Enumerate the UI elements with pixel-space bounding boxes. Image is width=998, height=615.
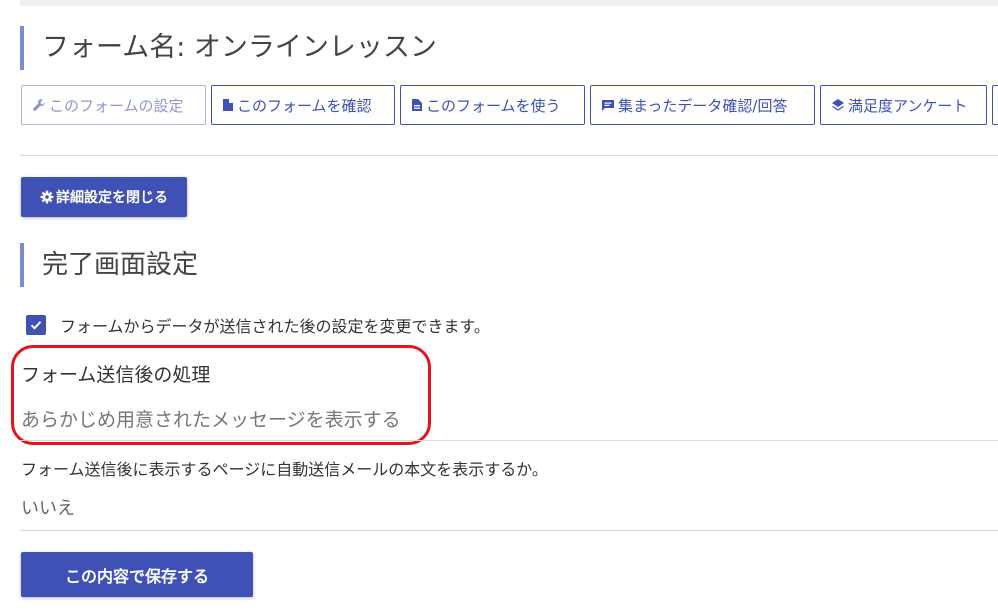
tab-form-use[interactable]: このフォームを使う — [400, 85, 585, 125]
tab-label: このフォームを使う — [426, 96, 561, 115]
section-title: 完了画面設定 — [20, 243, 198, 287]
wrench-icon — [32, 98, 46, 112]
auto-mail-value[interactable]: いいえ — [21, 494, 75, 520]
tab-satisfaction-survey[interactable]: 満足度アンケート — [820, 85, 987, 125]
message-icon — [601, 98, 615, 112]
form-title: フォーム名: オンラインレッスン — [20, 26, 437, 70]
tab-label: 満足度アンケート — [848, 96, 968, 115]
divider — [20, 530, 998, 531]
highlight-annotation — [11, 345, 431, 445]
document-lines-icon — [411, 98, 423, 112]
tab-collected-data[interactable]: 集まったデータ確認/回答 — [590, 85, 815, 125]
divider — [20, 155, 998, 156]
tab-form-settings[interactable]: このフォームの設定 — [21, 85, 206, 125]
button-label: 詳細設定を閉じる — [56, 190, 168, 206]
settings-change-checkbox[interactable] — [26, 315, 46, 335]
top-strip — [20, 0, 998, 6]
tab-form-preview[interactable]: このフォームを確認 — [211, 85, 395, 125]
form-tabs: このフォームの設定 このフォームを確認 このフォームを使う 集まったデータ確認/… — [21, 85, 998, 127]
checkmark-icon — [30, 321, 42, 330]
gear-icon — [40, 190, 54, 204]
tab-label: このフォームの設定 — [49, 96, 184, 115]
document-icon — [222, 98, 234, 112]
save-button[interactable]: この内容で保存する — [21, 552, 253, 597]
settings-change-option: フォームからデータが送信された後の設定を変更できます。 — [26, 313, 490, 337]
divider — [20, 440, 998, 441]
checkbox-label: フォームからデータが送信された後の設定を変更できます。 — [60, 317, 490, 336]
tab-overflow[interactable] — [992, 85, 998, 125]
auto-mail-label: フォーム送信後に表示するページに自動送信メールの本文を表示するか。 — [21, 460, 548, 479]
close-detail-settings-button[interactable]: 詳細設定を閉じる — [21, 177, 187, 217]
tab-label: このフォームを確認 — [237, 96, 372, 115]
tab-label: 集まったデータ確認/回答 — [618, 96, 788, 115]
layers-icon — [831, 98, 845, 112]
